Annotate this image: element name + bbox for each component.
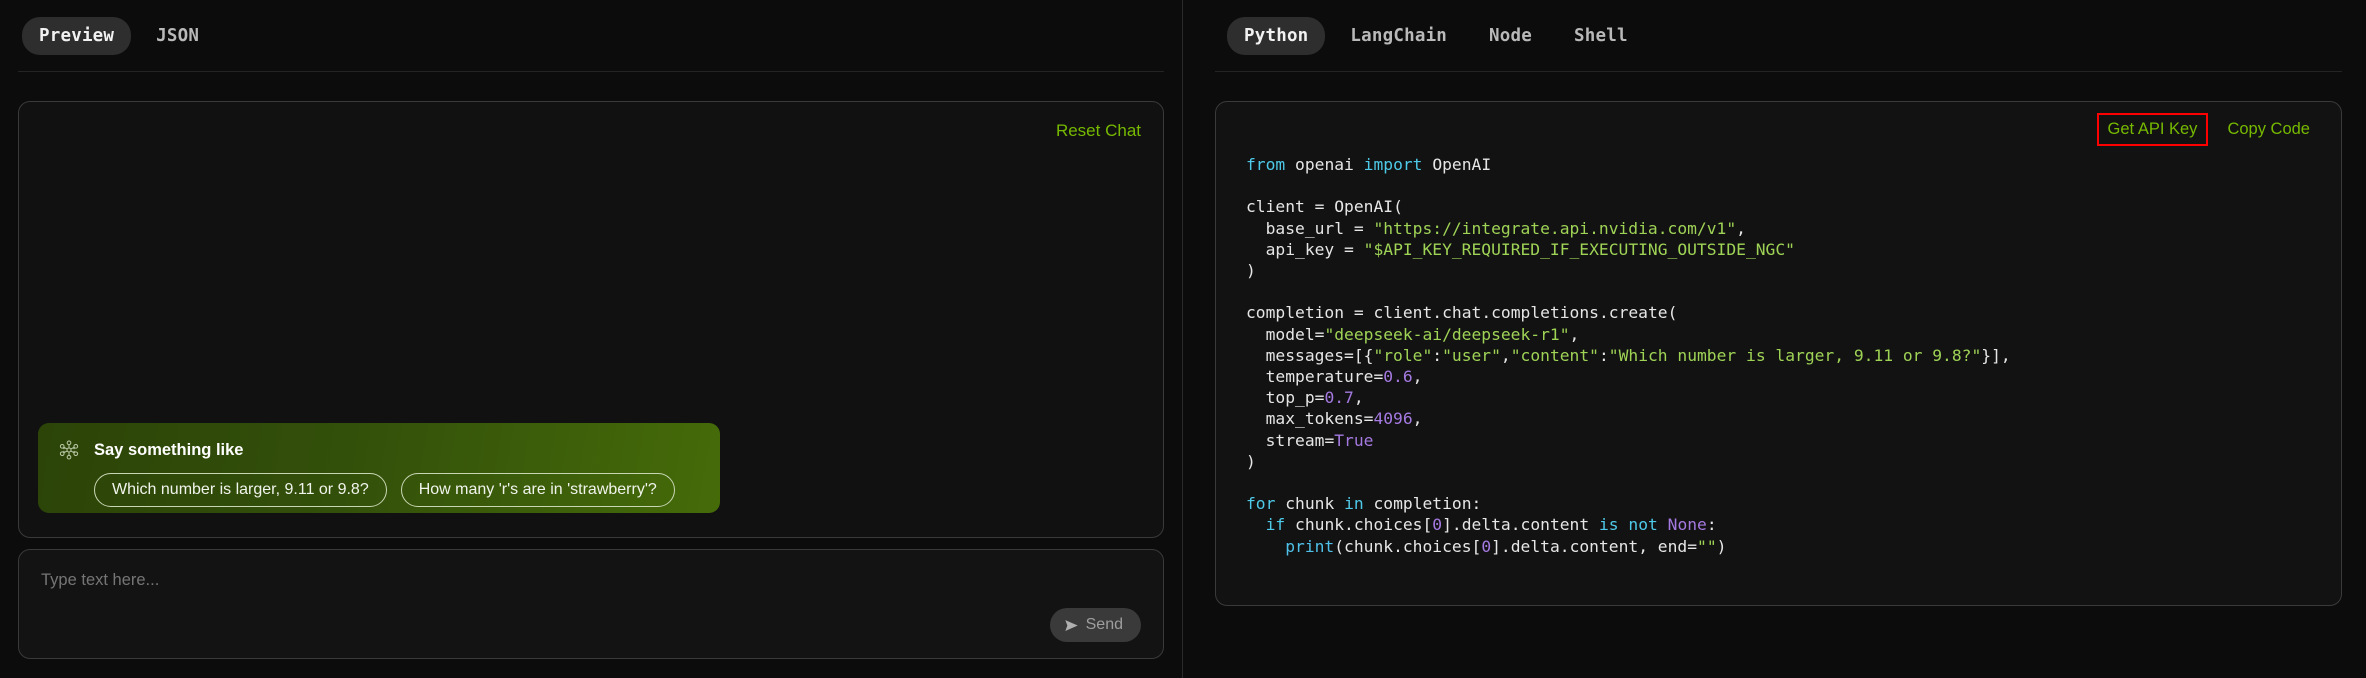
chat-area: Reset Chat Say something like Which numb…: [18, 101, 1164, 538]
reset-chat-link[interactable]: Reset Chat: [1056, 121, 1141, 141]
suggestion-chip-list: Which number is larger, 9.11 or 9.8? How…: [58, 473, 700, 507]
code-block-card: Get API Key Copy Code from openai import…: [1215, 101, 2342, 606]
tab-shell[interactable]: Shell: [1557, 17, 1645, 55]
suggestion-chip[interactable]: Which number is larger, 9.11 or 9.8?: [94, 473, 387, 507]
code-panel: Python LangChain Node Shell Get API Key …: [1182, 0, 2366, 678]
tab-json[interactable]: JSON: [139, 17, 216, 55]
suggestion-header: Say something like: [58, 439, 700, 461]
app-root: Preview JSON Reset Chat Say something li…: [0, 0, 2366, 678]
message-composer[interactable]: Send: [18, 549, 1164, 659]
copy-code-button[interactable]: Copy Code: [2218, 115, 2319, 144]
tab-langchain[interactable]: LangChain: [1333, 17, 1464, 55]
suggestion-chip[interactable]: How many 'r's are in 'strawberry'?: [400, 473, 675, 507]
suggestion-title: Say something like: [94, 440, 244, 459]
preview-panel: Preview JSON Reset Chat Say something li…: [0, 0, 1182, 678]
message-input[interactable]: [41, 571, 1031, 590]
code-action-bar: Get API Key Copy Code: [2096, 113, 2319, 146]
molecule-icon: [58, 439, 80, 461]
language-tab-bar: Python LangChain Node Shell: [1215, 0, 2342, 72]
send-label: Send: [1085, 616, 1123, 633]
tab-python[interactable]: Python: [1227, 16, 1326, 55]
suggestion-card: Say something like Which number is large…: [38, 423, 720, 513]
tab-preview[interactable]: Preview: [22, 16, 132, 55]
tab-node[interactable]: Node: [1472, 17, 1549, 55]
preview-tab-bar: Preview JSON: [18, 0, 1164, 72]
code-content: from openai import OpenAI client = OpenA…: [1246, 155, 2011, 556]
get-api-key-button[interactable]: Get API Key: [2096, 113, 2209, 146]
send-button[interactable]: Send: [1049, 608, 1141, 642]
paper-plane-icon: [1064, 618, 1079, 633]
